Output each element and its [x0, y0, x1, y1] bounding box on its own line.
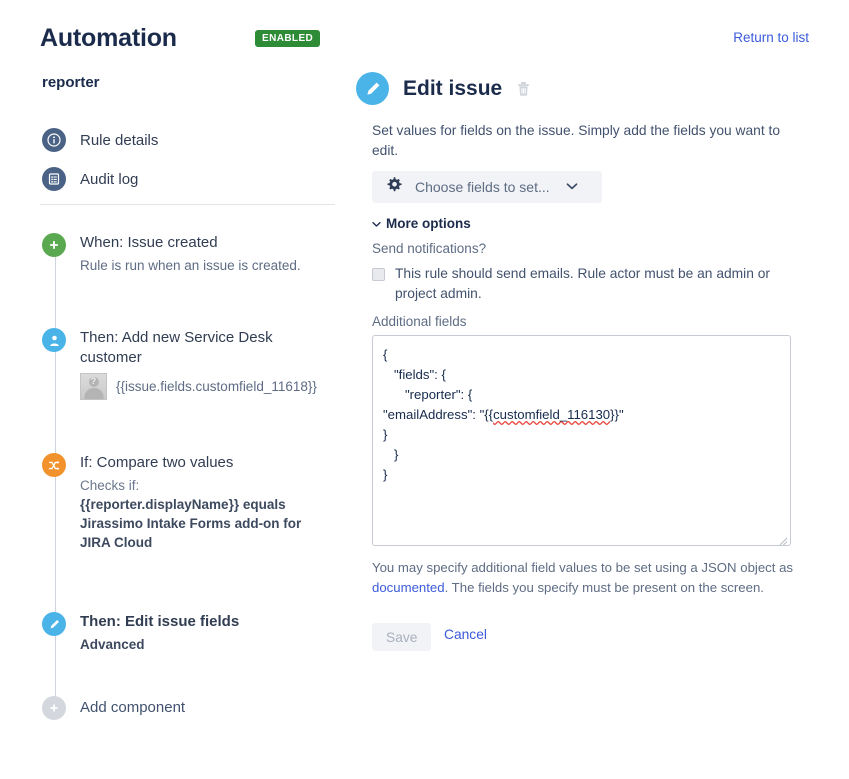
save-button[interactable]: Save: [372, 623, 432, 651]
rule-step-title: When: Issue created: [80, 234, 218, 251]
chevron-down-icon: [566, 178, 578, 196]
shuffle-icon: [42, 453, 66, 477]
sidebar-item-audit-log[interactable]: Audit log: [42, 167, 138, 191]
return-to-list-link[interactable]: Return to list: [733, 30, 809, 45]
choose-fields-dropdown[interactable]: Choose fields to set...: [372, 171, 602, 203]
additional-fields-helper-text: You may specify additional field values …: [372, 558, 797, 598]
send-emails-checkbox-row[interactable]: This rule should send emails. Rule actor…: [372, 264, 797, 304]
rule-step-condition-detail: {{reporter.displayName}} equals Jirassim…: [80, 497, 302, 550]
rule-name: reporter: [42, 74, 100, 91]
helper-text-before: You may specify additional field values …: [372, 560, 794, 575]
sidebar-item-label: Audit log: [80, 170, 139, 188]
chevron-down-small-icon: [372, 216, 381, 231]
send-emails-checkbox[interactable]: [372, 268, 385, 281]
rule-step-title: If: Compare two values: [80, 454, 234, 471]
avatar-placeholder-icon: ?: [80, 373, 107, 400]
more-options-label: More options: [386, 216, 471, 231]
trash-icon[interactable]: [516, 81, 531, 97]
rule-step-body: Then: Edit issue fields Advanced: [80, 611, 239, 654]
rule-step-subtitle: Advanced: [80, 637, 145, 652]
rule-step-body: Add component: [80, 697, 185, 718]
rule-step-subtitle: Checks if:: [80, 478, 140, 493]
rule-step-edit-issue-fields[interactable]: Then: Edit issue fields Advanced: [42, 611, 337, 654]
automation-rule-editor-page: Automation ENABLED Return to list report…: [0, 0, 849, 779]
gear-icon: [386, 176, 403, 198]
additional-fields-textarea[interactable]: { "fields": { "reporter": { "emailAddres…: [372, 335, 791, 546]
sidebar-item-label: Rule details: [80, 131, 159, 149]
panel-description: Set values for fields on the issue. Simp…: [372, 123, 780, 158]
rule-step-compare-two-values[interactable]: If: Compare two values Checks if: {{repo…: [42, 452, 337, 552]
rule-step-title: Then: Edit issue fields: [80, 613, 240, 630]
plus-icon: [42, 696, 66, 720]
more-options-toggle[interactable]: More options: [372, 216, 471, 231]
pencil-icon: [42, 612, 66, 636]
rule-step-title: Then: Add new Service Desk customer: [80, 329, 273, 366]
info-icon: [42, 128, 66, 152]
panel-title: Edit issue: [403, 76, 503, 100]
rule-step-body: If: Compare two values Checks if: {{repo…: [80, 452, 320, 552]
sidebar-item-rule-details[interactable]: Rule details: [42, 128, 158, 152]
choose-fields-label: Choose fields to set...: [415, 179, 550, 195]
rule-step-add-service-desk-customer[interactable]: Then: Add new Service Desk customer ? {{…: [42, 327, 337, 400]
customer-smart-value: {{issue.fields.customfield_11618}}: [116, 379, 317, 394]
plus-icon: [42, 233, 66, 257]
cancel-button[interactable]: Cancel: [444, 627, 487, 642]
rule-step-subtitle: Rule is run when an issue is created.: [80, 258, 301, 273]
add-component-button[interactable]: Add component: [42, 695, 337, 720]
person-icon: [42, 328, 66, 352]
rule-step-body: When: Issue created Rule is run when an …: [80, 232, 301, 275]
send-notifications-label: Send notifications?: [372, 241, 487, 256]
helper-text-after: . The fields you specify must be present…: [444, 580, 764, 595]
rule-step-body: Then: Add new Service Desk customer ? {{…: [80, 327, 317, 400]
sidebar-divider: [40, 204, 335, 205]
send-emails-checkbox-label: This rule should send emails. Rule actor…: [395, 266, 770, 301]
additional-fields-label: Additional fields: [372, 314, 467, 329]
documented-link[interactable]: documented: [372, 580, 445, 595]
panel-header: Edit issue: [356, 72, 531, 105]
rule-step-when-issue-created[interactable]: When: Issue created Rule is run when an …: [42, 232, 337, 275]
list-document-icon: [42, 167, 66, 191]
add-component-label: Add component: [80, 699, 186, 716]
rule-sidebar: reporter Rule details Audit log When: Is…: [0, 0, 350, 779]
customer-avatar-row: ? {{issue.fields.customfield_11618}}: [80, 373, 317, 400]
pencil-icon: [356, 72, 389, 105]
